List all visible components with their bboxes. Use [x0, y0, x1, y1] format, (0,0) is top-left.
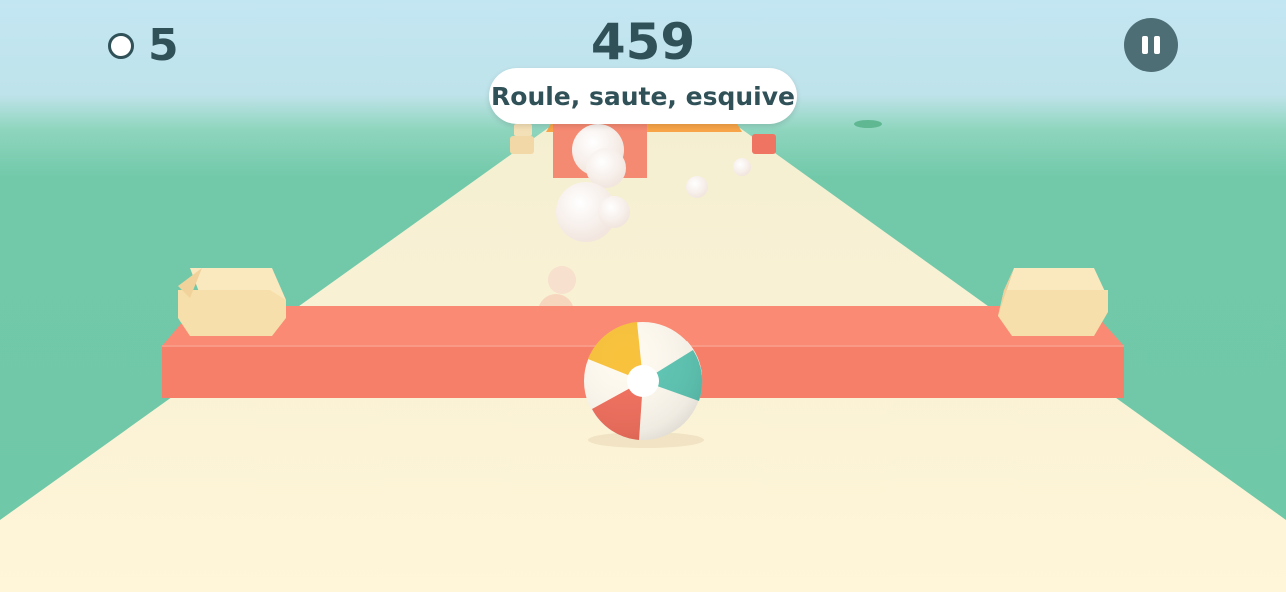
orb [733, 158, 751, 176]
distant-island [854, 120, 882, 128]
beach-ball [584, 322, 703, 440]
tip-text: Roule, saute, esquive [491, 81, 795, 111]
right-block [998, 268, 1108, 336]
score: 459 [590, 13, 696, 71]
orb [598, 196, 630, 228]
distant-block-left-top [514, 124, 532, 136]
distant-red-cube [752, 134, 776, 154]
tip-bubble: Roule, saute, esquive [489, 68, 797, 124]
pause-button[interactable] [1124, 18, 1178, 72]
left-block [178, 268, 286, 336]
orb [686, 176, 708, 198]
pause-icon [1139, 36, 1163, 54]
orb-shadow [548, 266, 576, 294]
distant-block-left [510, 136, 534, 154]
orb [586, 148, 626, 188]
